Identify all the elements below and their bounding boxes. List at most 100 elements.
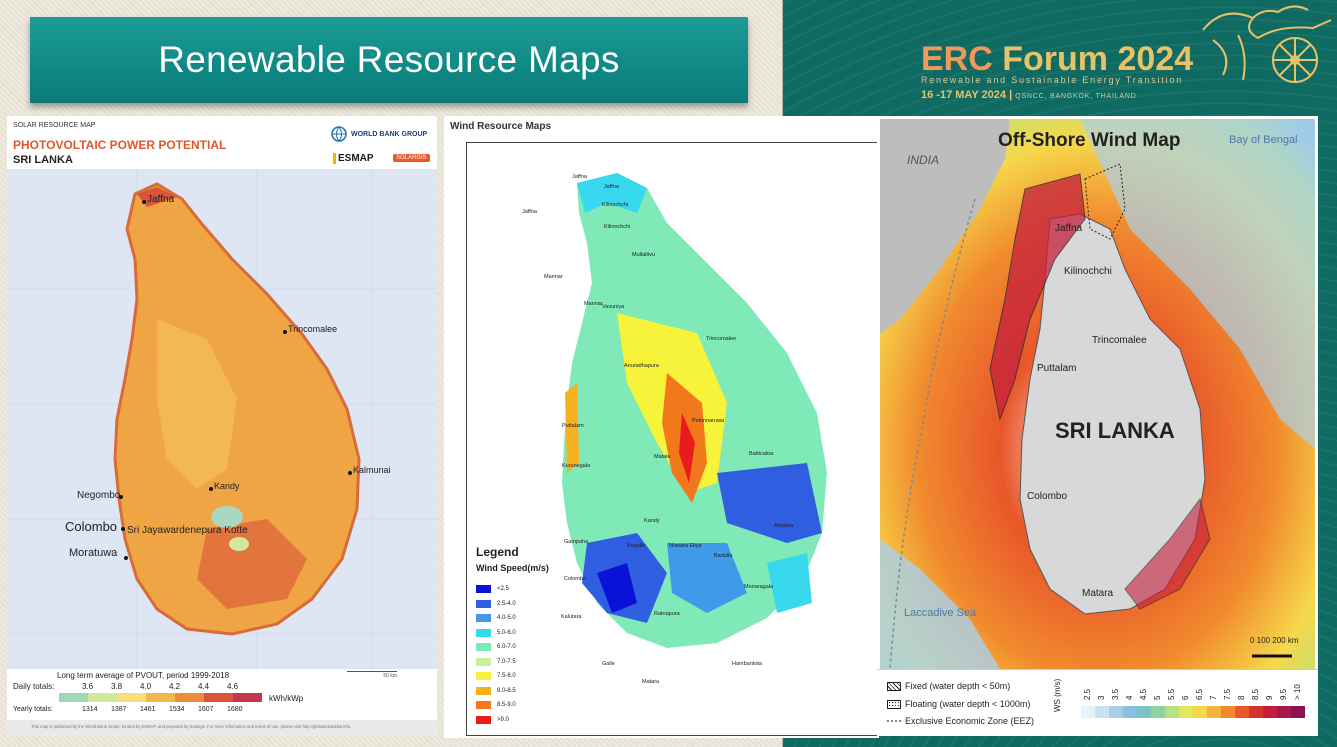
solar-daily-value: 4.6: [227, 682, 239, 691]
wind-place-label: Kilinochchi: [602, 202, 629, 208]
label-india: INDIA: [907, 153, 940, 167]
wind-legend-swatch: [476, 599, 491, 608]
place-matara: Matara: [1082, 588, 1114, 599]
place-puttalam: Puttalam: [1037, 363, 1077, 374]
wind-legend-swatch: [476, 643, 491, 652]
ws-color-swatch: [1263, 706, 1277, 718]
wind-legend-title: Legend: [476, 545, 519, 559]
wind-place-label: Matara: [642, 679, 660, 685]
ws-color-swatch: [1081, 706, 1095, 718]
wind-place-label: Gampaha: [564, 539, 589, 545]
city-label-kandy: Kandy: [214, 481, 240, 491]
dashed-line-icon: [887, 720, 901, 722]
wind-place-label: Galle: [602, 661, 615, 667]
solar-legend-title: Long term average of PVOUT, period 1999-…: [57, 671, 230, 680]
wind-place-label: Kandy: [644, 518, 660, 524]
wind-legend-label: 8.0-8.5: [497, 687, 516, 694]
solar-footer-bar: This map is published by the World Bank …: [7, 720, 437, 736]
wind-place-label: Kalutara: [561, 614, 582, 620]
solargis-logo: SOLARGIS: [393, 154, 430, 162]
wind-legend-label: 6.0-7.0: [497, 644, 516, 651]
worldbank-logo: WORLD BANK GROUP: [331, 126, 427, 142]
wind-legend-item: 6.0-7.0: [476, 640, 516, 655]
chariot-logo-icon: [1202, 5, 1332, 83]
wind-legend-item: 4.0-5.0: [476, 611, 516, 626]
wind-legend-subtitle: Wind Speed(m/s): [476, 563, 549, 573]
ws-value: 6: [1181, 695, 1190, 700]
wind-place-label: Vavuniya: [602, 304, 625, 310]
wind-place-label: Matale: [654, 454, 671, 460]
solar-yearly-value: 1461: [140, 706, 156, 713]
wind-legend-label: 2.5-4.0: [497, 600, 516, 607]
ws-color-swatch: [1109, 706, 1123, 718]
ws-color-swatch: [1291, 706, 1305, 718]
city-dot: [142, 200, 146, 204]
solar-header-small: SOLAR RESOURCE MAP: [13, 122, 96, 129]
label-sri-lanka: SRI LANKA: [1055, 418, 1175, 443]
ws-axis-label: WS (m/s): [1053, 678, 1062, 712]
solar-scale-swatch: [146, 693, 175, 702]
legend-floating: Floating (water depth < 1000m): [887, 699, 1030, 709]
wind-legend-label: 5.0-6.0: [497, 629, 516, 636]
city-dot: [121, 527, 125, 531]
wind-legend-item: 7.5-8.0: [476, 669, 516, 684]
wind-place-label: Kegalle: [627, 543, 646, 549]
wind-place-label: Puttalam: [562, 423, 584, 429]
ws-value: > 10: [1293, 684, 1302, 700]
ws-value: 4.5: [1139, 688, 1148, 700]
wind-place-label: Mannar: [544, 274, 563, 280]
brand-date: 16 -17 MAY 2024 | QSNCC, BANGKOK, THAILA…: [921, 89, 1137, 101]
wind-place-label: Badulla: [714, 553, 733, 559]
solar-daily-value: 4.0: [140, 682, 152, 691]
solar-yearly-value: 1314: [82, 706, 98, 713]
label-laccadive-sea: Laccadive Sea: [904, 607, 977, 619]
solar-daily-value: 4.4: [198, 682, 210, 691]
solar-daily-value: 3.6: [82, 682, 94, 691]
ws-value: 2.5: [1083, 688, 1092, 700]
wind-legend-item: <2.5: [476, 582, 516, 597]
ws-color-swatch: [1165, 706, 1179, 718]
solar-unit: kWh/kWp: [269, 694, 304, 703]
solar-scale-swatch: [204, 693, 233, 702]
wind-place-label: Jaffna: [522, 209, 537, 215]
wind-map-title: Wind Resource Maps: [450, 121, 552, 132]
ws-value: 8: [1237, 695, 1246, 700]
ws-value: 9: [1265, 695, 1274, 700]
wind-place-label: Colombo: [564, 576, 587, 582]
solar-scale-swatch: [117, 693, 146, 702]
ws-color-swatch: [1095, 706, 1109, 718]
ws-color-swatch: [1179, 706, 1193, 718]
city-label-trincomalee: Trincomalee: [288, 324, 338, 334]
wind-legend-swatch: [476, 672, 491, 681]
ws-color-swatch: [1221, 706, 1235, 718]
wind-legend-swatch: [476, 686, 491, 695]
wind-place-label: Jaffna: [572, 174, 587, 180]
wind-legend-label: <2.5: [497, 586, 509, 593]
ws-color-swatch: [1249, 706, 1263, 718]
wind-place-label: Monaragala: [744, 584, 774, 590]
wind-legend-swatch: [476, 614, 491, 623]
wind-place-label: Batticaloa: [749, 451, 774, 457]
ws-color-swatch: [1207, 706, 1221, 718]
ws-value: 3.5: [1111, 688, 1120, 700]
wind-resource-map: Wind Resource Maps Jaffna Jaffna Jaffna Kil…: [444, 116, 879, 738]
wind-legend-swatch: [476, 701, 491, 710]
solar-resource-map: SOLAR RESOURCE MAP PHOTOVOLTAIC POWER PO…: [7, 116, 437, 736]
wind-place-label: Ratnapura: [654, 611, 680, 617]
city-label-jaffna: Jaffna: [147, 194, 175, 205]
ws-color-swatch: [1235, 706, 1249, 718]
wind-place-label: Jaffna: [604, 184, 619, 190]
wind-place-label: Ampara: [774, 523, 794, 529]
title-banner: Renewable Resource Maps: [30, 17, 748, 103]
offshore-wind-map: Off-Shore Wind Map INDIA Bay of Bengal L…: [877, 116, 1318, 736]
esmap-logo: ESMAP: [333, 153, 374, 164]
solar-daily-label: Daily totals:: [13, 682, 55, 691]
wind-legend-item: 7.0-7.5: [476, 655, 516, 670]
legend-fixed: Fixed (water depth < 50m): [887, 681, 1010, 691]
wind-legend-label: 7.0-7.5: [497, 658, 516, 665]
solar-scale-swatch: [175, 693, 204, 702]
solar-yearly-value: 1534: [169, 706, 185, 713]
wind-place-label: Kurunegala: [562, 463, 591, 469]
offshore-map-canvas: [880, 119, 1315, 669]
label-bay-of-bengal: Bay of Bengal: [1229, 134, 1298, 146]
